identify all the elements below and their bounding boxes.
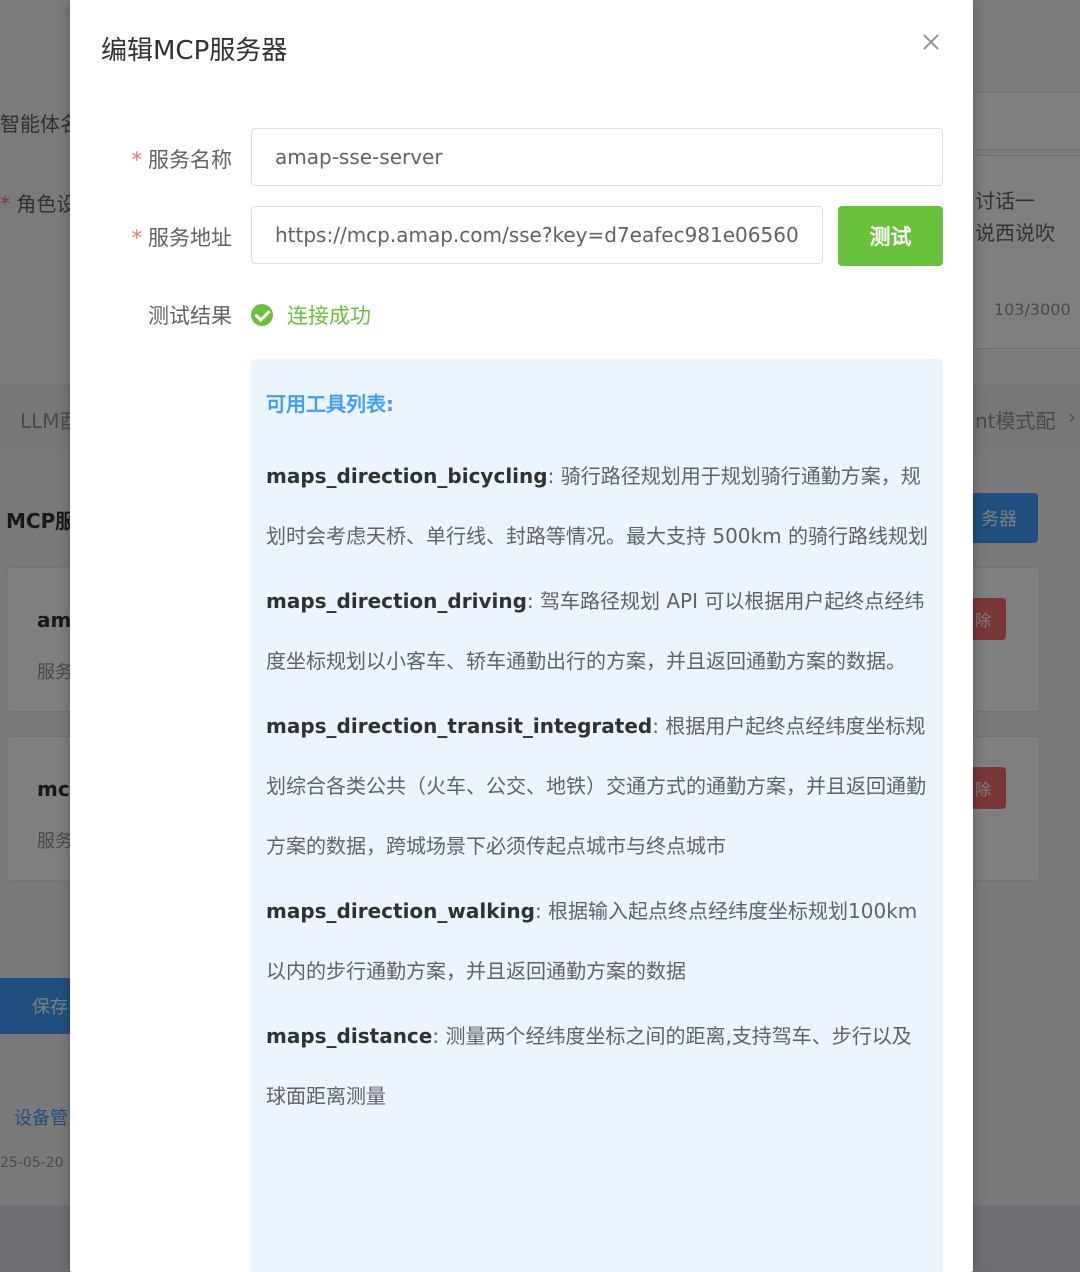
edit-mcp-server-dialog: 编辑MCP服务器 *服务名称 *服务地址 测试 测试结果 连接成功 可用工具列表… (70, 0, 973, 1272)
close-icon[interactable] (919, 30, 943, 54)
service-url-label: * 服务地址 (131, 226, 233, 250)
tool-name: maps_direction_bicycling (266, 464, 548, 488)
required-asterisk: * (131, 226, 143, 250)
tool-name: maps_distance (266, 1024, 433, 1048)
tool-item: maps_direction_walking: 根据输入起点终点经纬度坐标规划1… (266, 881, 928, 1001)
check-circle-icon (251, 304, 273, 326)
tool-name: maps_direction_transit_integrated (266, 714, 653, 738)
tool-item: maps_distance: 测量两个经纬度坐标之间的距离,支持驾车、步行以及球… (266, 1006, 928, 1126)
tool-name: maps_direction_driving (266, 589, 527, 613)
available-tools-panel: 可用工具列表: maps_direction_bicycling: 骑行路径规划… (251, 359, 943, 1272)
service-url-input[interactable] (251, 206, 823, 264)
test-result-status: 连接成功 (251, 300, 371, 330)
dialog-title: 编辑MCP服务器 (101, 36, 288, 66)
test-button[interactable]: 测试 (838, 206, 943, 266)
tool-item: maps_direction_transit_integrated: 根据用户起… (266, 696, 928, 876)
tool-item: maps_direction_bicycling: 骑行路径规划用于规划骑行通勤… (266, 446, 928, 566)
tools-list-title: 可用工具列表: (266, 392, 394, 416)
service-name-label: * 服务名称 (131, 148, 233, 172)
service-name-input[interactable] (251, 128, 943, 186)
connection-success-text: 连接成功 (287, 304, 371, 328)
tool-item: maps_direction_driving: 驾车路径规划 API 可以根据用… (266, 571, 928, 691)
test-result-label: 测试结果 (148, 304, 232, 328)
tool-name: maps_direction_walking (266, 899, 535, 923)
required-asterisk: * (131, 148, 143, 172)
